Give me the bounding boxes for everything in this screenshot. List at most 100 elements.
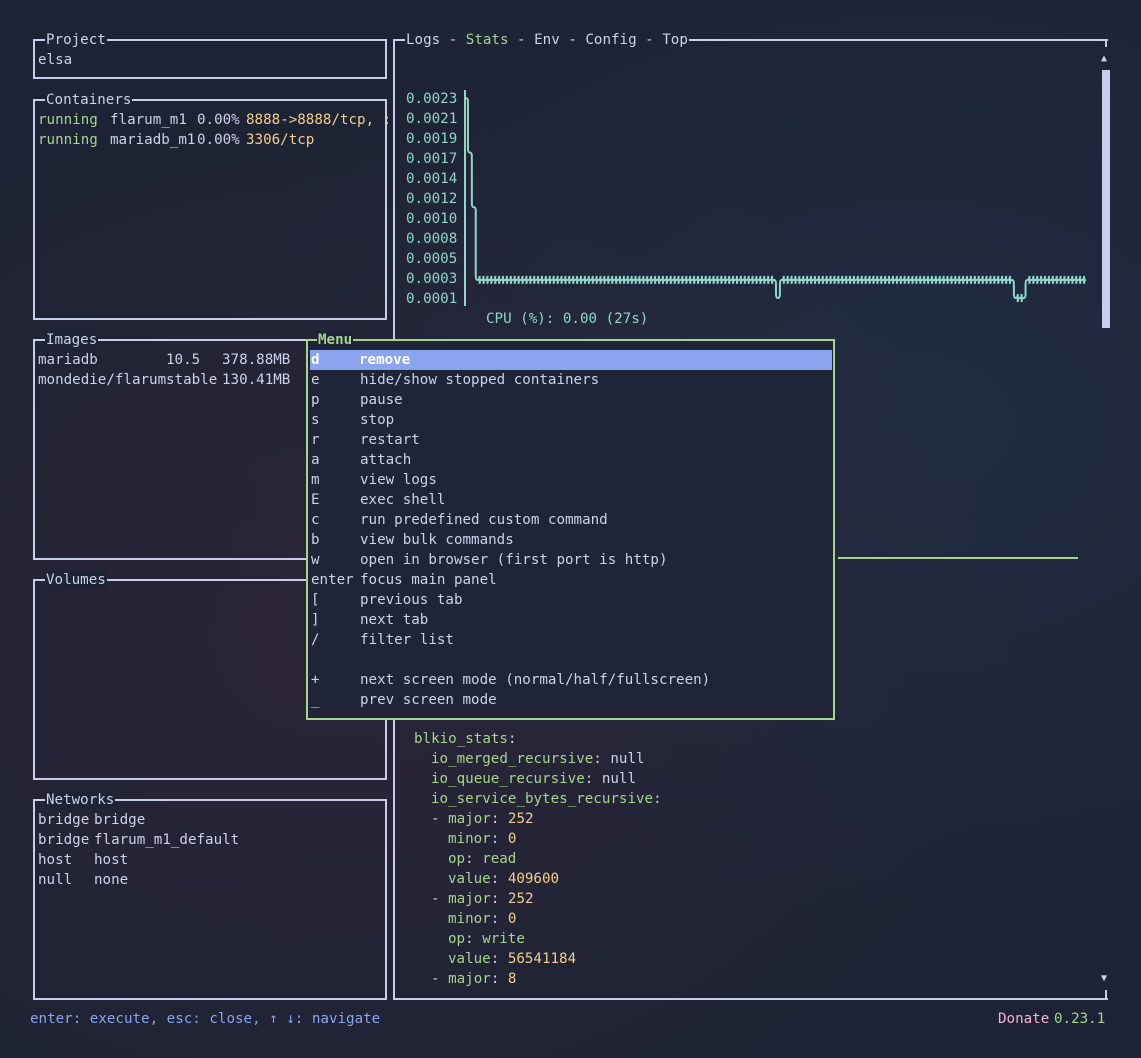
menu-item-label: view bulk commands	[360, 532, 514, 548]
network-name: none	[94, 872, 129, 888]
main-panel-right-border-bottom	[1105, 990, 1107, 1000]
menu-item[interactable]: _ prev screen mode	[311, 690, 831, 710]
menu-item-key: r	[311, 432, 320, 448]
yaml-line: io_queue_recursive: null	[431, 769, 636, 789]
menu-item-key: enter	[311, 572, 354, 588]
menu-item-label: next tab	[360, 612, 429, 628]
chart-title: CPU (%): 0.00 (27s)	[486, 311, 649, 327]
menu-item-label: next screen mode (normal/half/fullscreen…	[360, 672, 711, 688]
menu-item[interactable]: w open in browser (first port is http)	[311, 550, 831, 570]
menu-item-label: exec shell	[360, 492, 446, 508]
menu-item[interactable]: enter focus main panel	[311, 570, 831, 590]
menu-item[interactable]: r restart	[311, 430, 831, 450]
menu-item-key: c	[311, 512, 320, 528]
network-driver: host	[38, 852, 73, 868]
menu-item[interactable]: + next screen mode (normal/half/fullscree…	[311, 670, 831, 690]
yaml-value: null	[610, 751, 645, 767]
yaml-key: value	[448, 951, 491, 967]
yaml-value: read	[482, 851, 517, 867]
image-row[interactable]: mondedie/flarum stable 130.41MB	[38, 370, 290, 390]
network-name: bridge	[94, 812, 146, 828]
yaml-key: op	[448, 851, 466, 867]
scroll-down-icon[interactable]: ▼	[1101, 971, 1107, 987]
yaml-sep: :	[490, 831, 508, 847]
volumes-panel-title: Volumes	[45, 570, 107, 590]
menu-item[interactable]: a attach	[311, 450, 831, 470]
yaml-value: 252	[507, 891, 534, 907]
yaml-value: write	[482, 931, 525, 947]
menu-item-label: restart	[360, 432, 420, 448]
yaml-key: value	[448, 871, 491, 887]
yaml-key: minor	[448, 831, 491, 847]
menu-item-key: a	[311, 452, 320, 468]
menu-item-key: +	[311, 672, 320, 688]
donate-link[interactable]: Donate	[998, 1009, 1049, 1029]
menu-item[interactable]: d remove	[310, 350, 832, 370]
yaml-sep: :	[490, 811, 508, 827]
menu-item-key: d	[311, 352, 320, 368]
yaml-dash: -	[431, 971, 449, 987]
yaml-line: io_merged_recursive: null	[431, 749, 645, 769]
yaml-line: value: 409600	[448, 869, 559, 889]
yaml-sep: :	[593, 751, 611, 767]
menu-item-label: previous tab	[360, 592, 463, 608]
yaml-sep: :	[584, 771, 602, 787]
yaml-sep: :	[465, 931, 483, 947]
yaml-sep: :	[490, 891, 508, 907]
network-row[interactable]: host host	[38, 850, 128, 870]
yaml-line: - major: 252	[431, 889, 534, 909]
panel-divider	[838, 557, 1078, 559]
networks-panel[interactable]: Networks bridge bridge bridge flarum_m1_def…	[33, 790, 387, 1000]
menu-item[interactable]: e hide/show stopped containers	[311, 370, 831, 390]
yaml-value: 56541184	[507, 951, 577, 967]
menu-item-label: view logs	[360, 472, 437, 488]
image-tag: 10.5	[166, 352, 201, 368]
yaml-line: value: 56541184	[448, 949, 576, 969]
yaml-key: major	[448, 891, 491, 907]
menu-item-key: s	[311, 412, 320, 428]
yaml-sep: :	[507, 731, 517, 747]
yaml-key: op	[448, 931, 466, 947]
menu-item-label: open in browser (first port is http)	[360, 552, 668, 568]
image-row[interactable]: mariadb 10.5 378.88MB	[38, 350, 290, 370]
networks-panel-title: Networks	[45, 790, 116, 810]
menu-item-label: attach	[360, 452, 412, 468]
menu-item-key: p	[311, 392, 320, 408]
menu-item-label: hide/show stopped containers	[360, 372, 600, 388]
menu-item[interactable]	[311, 650, 831, 670]
menu-item[interactable]: Eexec shell	[311, 490, 831, 510]
menu-item-label: filter list	[360, 632, 454, 648]
context-menu[interactable]: Menu d remove e hide/show stopped container…	[306, 330, 835, 720]
yaml-key: major	[448, 971, 491, 987]
menu-item[interactable]: c run predefined custom command	[311, 510, 831, 530]
footer-help: enter: execute, esc: close, ↑ ↓: navigat…	[30, 1011, 381, 1027]
menu-item-label: pause	[360, 392, 403, 408]
menu-item[interactable]: m view logs	[311, 470, 831, 490]
network-row[interactable]: bridge flarum_m1_default	[38, 830, 239, 850]
yaml-line: op: write	[448, 929, 525, 949]
network-row[interactable]: bridge bridge	[38, 810, 145, 830]
menu-item[interactable]: ] next tab	[311, 610, 831, 630]
network-row[interactable]: null none	[38, 870, 128, 890]
menu-item-label: run predefined custom command	[360, 512, 608, 528]
menu-item[interactable]: [previous tab	[311, 590, 831, 610]
image-name: mariadb	[38, 352, 98, 368]
network-name: host	[94, 852, 129, 868]
yaml-value: null	[601, 771, 637, 787]
menu-item-key: w	[311, 552, 320, 568]
menu-item[interactable]: s stop	[311, 410, 831, 430]
cpu-chart	[464, 90, 1087, 306]
menu-item-key: e	[311, 372, 320, 388]
yaml-line: op: read	[448, 849, 516, 869]
yaml-value: 0	[507, 831, 517, 847]
menu-item[interactable]: / filter list	[311, 630, 831, 650]
image-tag: stable	[166, 372, 218, 388]
menu-item-key: /	[311, 632, 320, 648]
network-name: flarum_m1_default	[94, 832, 240, 848]
network-driver: bridge	[38, 832, 90, 848]
yaml-line: - major: 8	[431, 969, 516, 989]
menu-item[interactable]: p pause	[311, 390, 831, 410]
menu-item[interactable]: b view bulk commands	[311, 530, 831, 550]
yaml-sep: :	[653, 791, 662, 807]
yaml-dash: -	[431, 811, 449, 827]
